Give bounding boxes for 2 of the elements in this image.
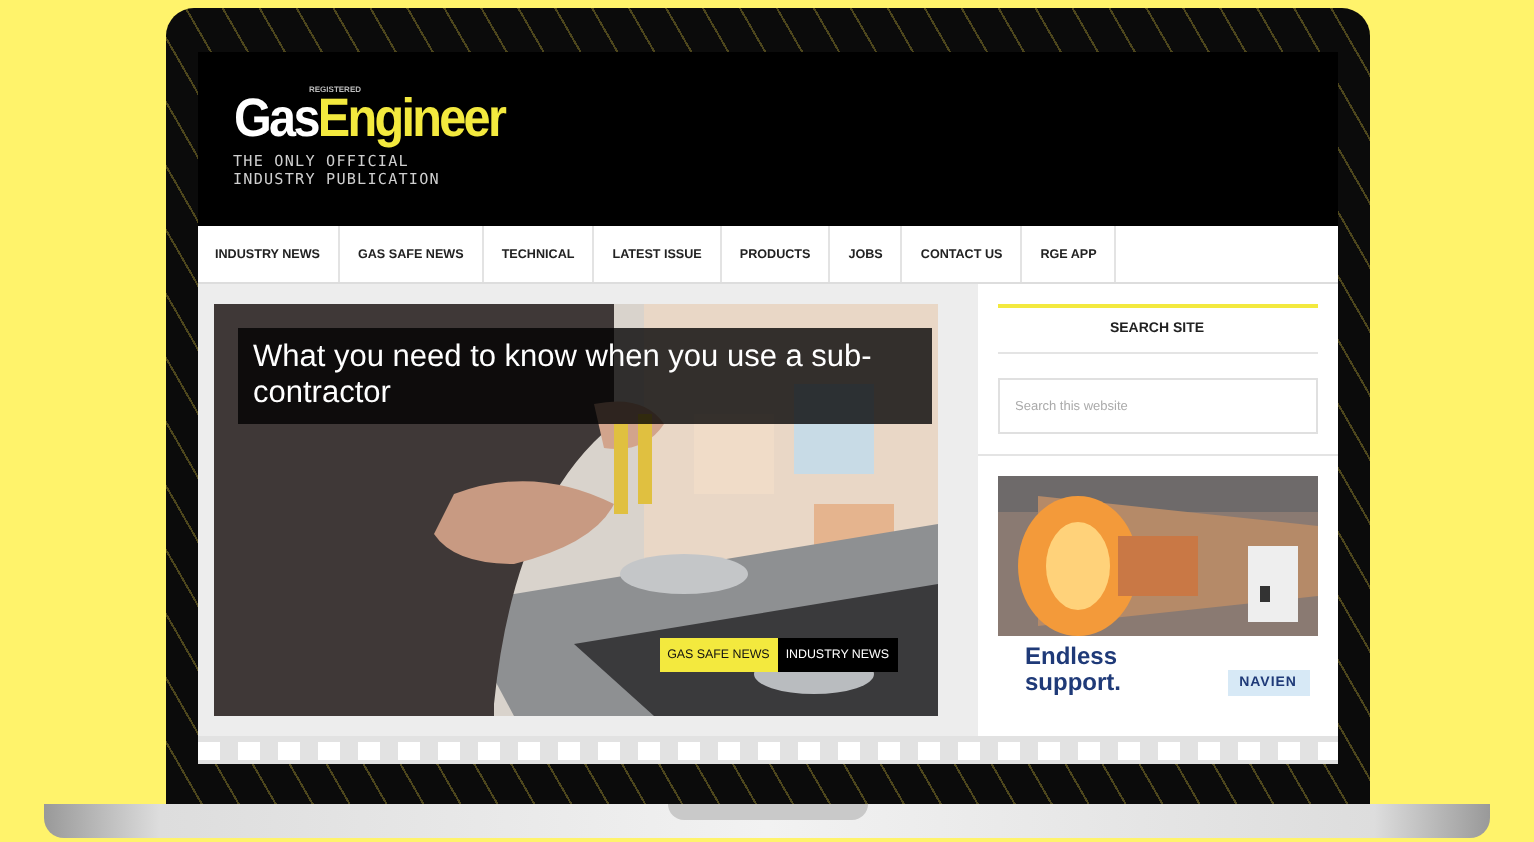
advert-headline: Endless support.	[1025, 644, 1123, 696]
article-title[interactable]: What you need to know when you use a sub-contractor	[237, 328, 931, 424]
